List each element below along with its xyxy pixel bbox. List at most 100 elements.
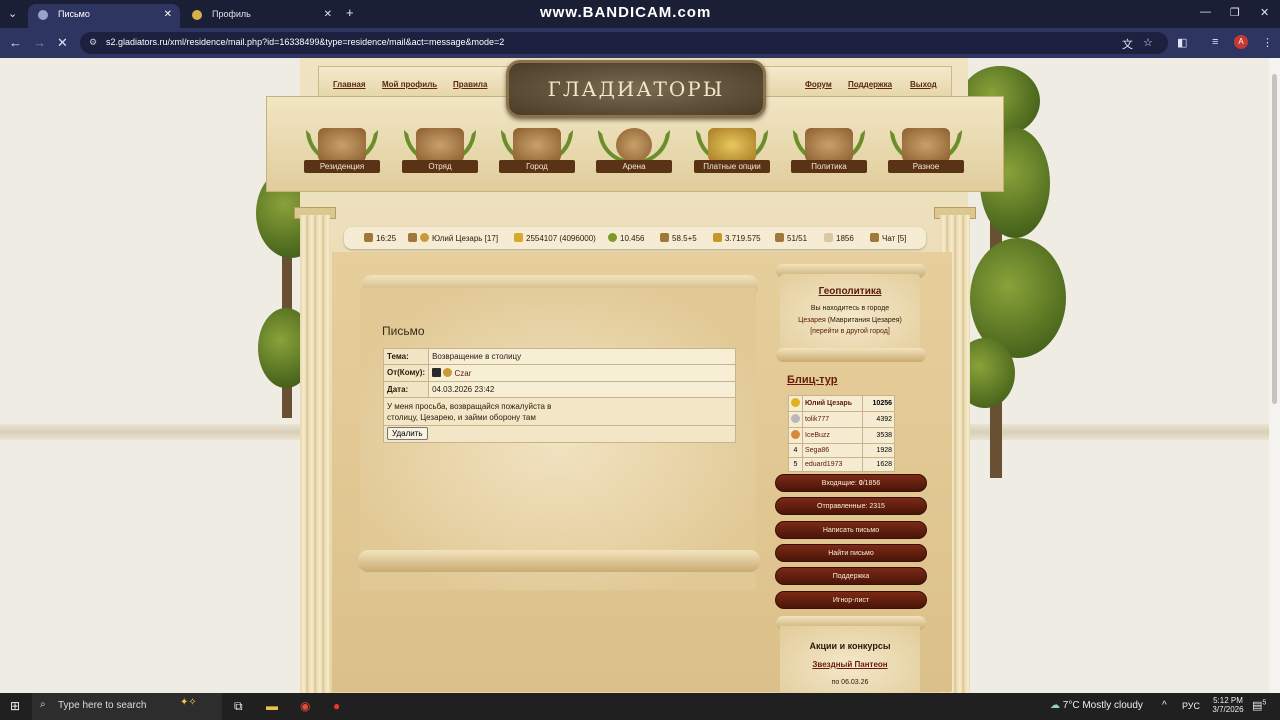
left-column bbox=[300, 215, 330, 693]
menu-arena[interactable]: Арена bbox=[594, 128, 674, 176]
table-row: 5 eduard1973 1628 bbox=[788, 457, 895, 472]
site-info-icon[interactable]: ⚙ bbox=[89, 37, 97, 48]
extensions-icon[interactable]: ◧ bbox=[1177, 36, 1187, 49]
player-link[interactable]: tolik777 bbox=[805, 416, 829, 423]
nav-logout-link[interactable]: Выход bbox=[910, 80, 937, 89]
menu-icon[interactable]: ⋮ bbox=[1262, 36, 1273, 49]
army-icon bbox=[660, 233, 669, 242]
site-layer: Главная Мой профиль Правила Форум Поддер… bbox=[0, 58, 1269, 693]
nav-home-link[interactable]: Главная bbox=[333, 80, 366, 89]
profile-avatar[interactable]: A bbox=[1234, 35, 1248, 49]
name-cell: IceBuzz bbox=[802, 427, 863, 444]
file-explorer-icon[interactable]: ▬ bbox=[266, 699, 278, 713]
blitz-tour-title[interactable]: Блиц-тур bbox=[787, 374, 837, 386]
subject-label: Тема: bbox=[382, 348, 430, 365]
scrollbar-thumb[interactable] bbox=[1272, 74, 1277, 404]
nav-profile-link[interactable]: Мой профиль bbox=[382, 80, 437, 89]
rank-cell bbox=[788, 395, 803, 412]
menu-label: Город bbox=[499, 160, 575, 173]
page-scrollbar[interactable] bbox=[1269, 58, 1280, 693]
location-text: Вы находитесь в городе bbox=[810, 305, 890, 312]
tab-profile[interactable]: Профиль ✕ bbox=[182, 4, 340, 28]
windows-start-icon[interactable]: ⊞ bbox=[10, 699, 20, 713]
gold-bag-icon bbox=[708, 128, 756, 162]
promo-item-link[interactable]: Звездный Пантеон bbox=[780, 660, 920, 669]
location-city-line: Цезарея (Мавритания Цезарея) bbox=[780, 317, 920, 324]
score-cell: 4392 bbox=[862, 411, 895, 428]
player-link[interactable]: Sega86 bbox=[805, 447, 829, 454]
player-icon bbox=[408, 233, 417, 242]
geopolitics-title[interactable]: Геополитика bbox=[780, 286, 920, 297]
promo-title: Акции и конкурсы bbox=[809, 641, 891, 651]
sender-link[interactable]: Czar bbox=[455, 369, 472, 378]
notification-icon[interactable]: ▤5 bbox=[1252, 699, 1266, 712]
player-link[interactable]: eduard1973 bbox=[805, 461, 842, 468]
gate-icon bbox=[805, 128, 853, 162]
menu-misc[interactable]: Разное bbox=[886, 128, 966, 176]
media-icon[interactable]: ≡ bbox=[1212, 36, 1218, 48]
recorder-watermark: www.BANDICAM.com bbox=[540, 4, 712, 21]
inbox-button[interactable]: Входящие: 0/1856 bbox=[775, 474, 927, 492]
delete-button[interactable]: Удалить bbox=[387, 427, 428, 440]
address-bar[interactable]: ⚙ s2.gladiators.ru/xml/residence/mail.ph… bbox=[80, 32, 1168, 54]
stat-chat[interactable]: Чат [5] bbox=[870, 233, 906, 243]
tab-mail[interactable]: Письмо ✕ bbox=[28, 4, 180, 28]
player-link[interactable]: Юлий Цезарь bbox=[805, 400, 852, 407]
name-cell: tolik777 bbox=[802, 411, 863, 428]
letter-body: У меня просьба, возвращайся пожалуйста в… bbox=[383, 397, 736, 426]
stat-player[interactable]: Юлий Цезарь [17] bbox=[408, 233, 498, 243]
menu-label: Отряд bbox=[402, 160, 478, 173]
menu-politics[interactable]: Политика bbox=[789, 128, 869, 176]
write-letter-button[interactable]: Написать письмо bbox=[775, 521, 927, 539]
close-tab-icon[interactable]: ✕ bbox=[164, 9, 172, 20]
close-tab-icon[interactable]: ✕ bbox=[324, 9, 332, 20]
minimize-icon[interactable]: — bbox=[1200, 6, 1211, 18]
goto-other-city-link[interactable]: [перейти в другой город] bbox=[780, 328, 920, 335]
language-indicator[interactable]: РУС bbox=[1182, 701, 1200, 711]
sent-button[interactable]: Отправленные: 2315 bbox=[775, 497, 927, 515]
bandicam-icon[interactable]: ● bbox=[333, 699, 340, 713]
menu-city[interactable]: Город bbox=[497, 128, 577, 176]
site-logo[interactable]: ГЛАДИАТОРЫ bbox=[506, 60, 766, 118]
find-letter-button[interactable]: Найти письмо bbox=[775, 544, 927, 562]
stats-bar: 16:25 Юлий Цезарь [17] 2554107 (4096000)… bbox=[344, 227, 926, 249]
stat-gold: 3.719.575 bbox=[713, 233, 761, 243]
support-button[interactable]: Поддержка bbox=[775, 567, 927, 585]
translate-icon[interactable]: 文 bbox=[1122, 36, 1133, 52]
new-tab-icon[interactable]: + bbox=[346, 5, 354, 20]
promo-date: по 06.03.26 bbox=[831, 679, 869, 686]
inbox-label: Входящие: bbox=[821, 480, 859, 487]
forward-icon[interactable]: → bbox=[33, 35, 46, 50]
chrome-icon[interactable]: ◉ bbox=[300, 699, 310, 713]
stat-experience: 2554107 (4096000) bbox=[514, 233, 596, 243]
windows-taskbar: ⊞ ⌕ Type here to search ✦✧ ⧉ ▬ ◉ ● ☁ 7°C… bbox=[0, 693, 1280, 720]
blitz-table: Юлий Цезарь 10256 tolik777 4392 IceBuzz 353… bbox=[788, 395, 895, 472]
menu-residence[interactable]: Резиденция bbox=[302, 128, 382, 176]
stop-loading-icon[interactable]: ✕ bbox=[57, 35, 68, 51]
player-link[interactable]: IceBuzz bbox=[805, 432, 830, 439]
task-view-icon[interactable]: ⧉ bbox=[234, 699, 243, 714]
nav-rules-link[interactable]: Правила bbox=[453, 80, 487, 89]
city-link[interactable]: Цезарея bbox=[798, 317, 826, 324]
nav-support-link[interactable]: Поддержка bbox=[848, 80, 892, 89]
stat-mail[interactable]: 1856 bbox=[824, 233, 854, 243]
nav-forum-link[interactable]: Форум bbox=[805, 80, 832, 89]
menu-squad[interactable]: Отряд bbox=[400, 128, 480, 176]
close-window-icon[interactable]: ✕ bbox=[1260, 6, 1269, 19]
menu-label: Разное bbox=[888, 160, 964, 173]
menu-paid-options[interactable]: Платные опции bbox=[692, 128, 772, 176]
envelope-icon bbox=[824, 233, 833, 242]
tray-chevron-icon[interactable]: ^ bbox=[1162, 700, 1167, 711]
weather-widget[interactable]: ☁ 7°C Mostly cloudy bbox=[1050, 700, 1143, 711]
ignore-list-button[interactable]: Игнор-лист bbox=[775, 591, 927, 609]
taskbar-search[interactable]: ⌕ Type here to search ✦✧ bbox=[32, 693, 222, 720]
tab-search-icon[interactable]: ⌄ bbox=[8, 7, 17, 20]
maximize-icon[interactable]: ❐ bbox=[1230, 6, 1240, 19]
menu-label: Резиденция bbox=[304, 160, 380, 173]
clock[interactable]: 5:12 PM 3/7/2026 bbox=[1208, 696, 1248, 714]
browser-tab-strip: ⌄ Письмо ✕ Профиль ✕ + www.BANDICAM.com … bbox=[0, 0, 1280, 28]
bookmark-star-icon[interactable]: ☆ bbox=[1143, 36, 1153, 49]
stat-army: 58.5+5 bbox=[660, 233, 697, 243]
gold-medal-icon bbox=[791, 398, 800, 407]
back-icon[interactable]: ← bbox=[9, 35, 22, 50]
